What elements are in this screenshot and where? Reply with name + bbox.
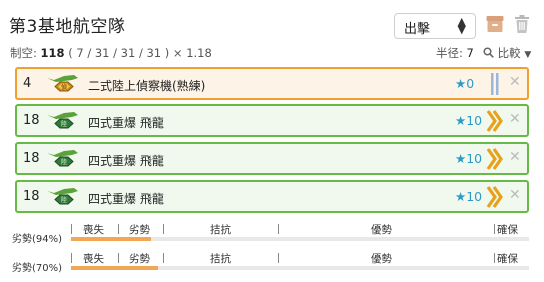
slot-improvement-level[interactable]: ★0 [455,76,474,91]
air-base-panel: 第3基地航空隊 出擊 ▲ ▼ 制空: 118 ( 7 / 31 / 31 / 31… [0,0,544,282]
search-icon [483,47,494,58]
slot-equipment-name[interactable]: 二式陸上偵察機(熟練) [88,77,205,94]
bar-separator [163,253,164,263]
proficiency-max-icon[interactable] [486,185,504,209]
bar-separator [494,253,495,263]
slot-improvement-level[interactable]: ★10 [455,189,482,204]
slot-aircraft-count[interactable]: 18 [23,189,40,204]
tick-label-parity: 拮抗 [210,253,231,265]
bar-separator [494,224,495,234]
equipment-slot-1[interactable]: 4 偵 二式陸上偵察機(熟練) ★0 ✕ [15,67,529,100]
equipment-slot-4[interactable]: 18 陸 四式重爆 飛龍 ★10 ✕ [15,180,529,213]
land-recon-plane-icon: 偵 [47,75,78,92]
air-state-label: 劣勢(70%) [12,263,63,274]
radius-value: 7 [466,46,474,60]
air-power-detail: ( 7 / 31 / 31 / 31 ) × 1.18 [68,46,212,60]
heavy-bomber-icon: 陸 [47,188,78,205]
bar-separator [278,224,279,234]
slot-equipment-name[interactable]: 四式重爆 飛龍 [88,190,164,207]
air-state-track [71,266,529,270]
air-power-label: 制空: [10,46,37,60]
heavy-bomber-icon: 陸 [47,150,78,167]
bar-separator [71,224,72,234]
tick-label-supremacy: 確保 [497,224,518,236]
air-state-track [71,237,529,241]
tick-label-supremacy: 確保 [497,253,518,265]
tick-label-superiority: 優勢 [371,253,392,265]
compare-button[interactable]: 比較 ▼ [483,45,531,61]
tick-label-denial: 劣勢 [129,224,150,236]
air-power-summary: 制空: 118 ( 7 / 31 / 31 / 31 ) × 1.18 [10,45,212,61]
bar-separator [118,224,119,234]
remove-slot-button[interactable]: ✕ [509,74,521,90]
air-state-bar-2: 劣勢(70%) 喪失 劣勢 拮抗 優勢 確保 [10,245,530,275]
remove-slot-button[interactable]: ✕ [509,111,521,127]
select-caret-icon: ▲ ▼ [457,15,466,36]
equipment-slot-2[interactable]: 18 陸 四式重爆 飛龍 ★10 ✕ [15,104,529,137]
bar-separator [163,224,164,234]
slot-equipment-name[interactable]: 四式重爆 飛龍 [88,152,164,169]
svg-text:偵: 偵 [61,83,67,91]
tick-label-superiority: 優勢 [371,224,392,236]
proficiency-recon-icon[interactable] [486,72,504,96]
proficiency-max-icon[interactable] [486,147,504,171]
bar-separator [278,253,279,263]
svg-text:陸: 陸 [61,158,67,166]
slot-aircraft-count[interactable]: 4 [23,76,31,91]
air-state-label: 劣勢(94%) [12,234,63,245]
equipment-slot-3[interactable]: 18 陸 四式重爆 飛龍 ★10 ✕ [15,142,529,175]
air-state-fill [71,237,152,241]
bar-separator [71,253,72,263]
slot-aircraft-count[interactable]: 18 [23,151,40,166]
heavy-bomber-icon: 陸 [47,112,78,129]
slot-aircraft-count[interactable]: 18 [23,113,40,128]
tick-label-loss: 喪失 [83,224,104,236]
svg-text:陸: 陸 [61,120,67,128]
compare-caret-icon: ▼ [524,50,532,60]
slot-equipment-name[interactable]: 四式重爆 飛龍 [88,114,164,131]
sortie-mode-select[interactable]: 出擊 ▲ ▼ [394,13,476,39]
slot-improvement-level[interactable]: ★10 [455,113,482,128]
air-state-fill [71,266,159,270]
radius-info: 半径: 7 [436,45,474,61]
air-power-value: 118 [40,46,65,60]
remove-slot-button[interactable]: ✕ [509,187,521,203]
tick-label-parity: 拮抗 [210,224,231,236]
compare-label: 比較 [497,46,521,60]
air-state-bar-1: 劣勢(94%) 喪失 劣勢 拮抗 優勢 確保 [10,216,530,246]
radius-label: 半径: [436,46,463,60]
bar-separator [118,253,119,263]
proficiency-max-icon[interactable] [486,109,504,133]
slot-improvement-level[interactable]: ★10 [455,151,482,166]
trash-icon[interactable] [514,15,530,33]
svg-text:陸: 陸 [61,196,67,204]
archive-icon[interactable] [486,15,504,33]
panel-title: 第3基地航空隊 [9,17,126,37]
tick-label-loss: 喪失 [83,253,104,265]
tick-label-denial: 劣勢 [129,253,150,265]
remove-slot-button[interactable]: ✕ [509,149,521,165]
mode-select-value: 出擊 [404,22,431,37]
